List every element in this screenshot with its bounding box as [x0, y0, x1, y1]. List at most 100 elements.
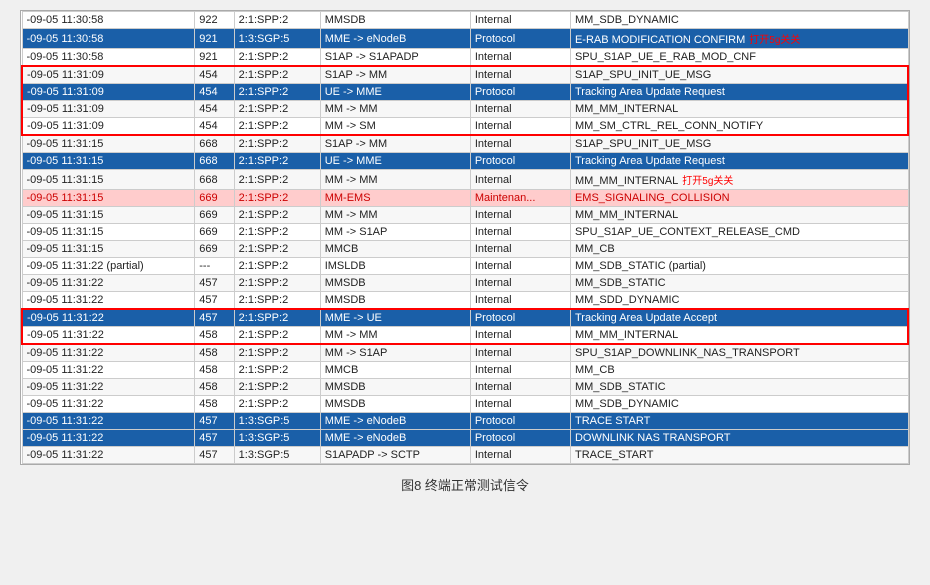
type-cell: Protocol: [470, 153, 570, 170]
type-cell: Protocol: [470, 309, 570, 327]
node-cell: 2:1:SPP:2: [234, 135, 320, 153]
message-cell: EMS_SIGNALING_COLLISION: [570, 190, 908, 207]
message-cell: MM_SDD_DYNAMIC: [570, 292, 908, 310]
id-cell: 457: [195, 430, 234, 447]
direction-cell: MM -> MM: [320, 207, 470, 224]
id-cell: 457: [195, 275, 234, 292]
message-cell: SPU_S1AP_DOWNLINK_NAS_TRANSPORT: [570, 344, 908, 362]
message-cell: Tracking Area Update Request: [570, 153, 908, 170]
table-row: -09-05 11:31:224582:1:SPP:2MMCBInternalM…: [22, 362, 908, 379]
table-row: -09-05 11:31:156692:1:SPP:2MM -> S1APInt…: [22, 224, 908, 241]
timestamp-cell: -09-05 11:31:22 (partial): [22, 258, 195, 275]
type-cell: Internal: [470, 379, 570, 396]
figure-caption: 图8 终端正常测试信令: [401, 475, 529, 494]
node-cell: 2:1:SPP:2: [234, 153, 320, 170]
type-cell: Internal: [470, 224, 570, 241]
node-cell: 2:1:SPP:2: [234, 170, 320, 190]
table-row: -09-05 11:31:224572:1:SPP:2MMSDBInternal…: [22, 275, 908, 292]
type-cell: Internal: [470, 447, 570, 464]
message-cell: MM_SDB_STATIC: [570, 275, 908, 292]
node-cell: 2:1:SPP:2: [234, 241, 320, 258]
type-cell: Internal: [470, 292, 570, 310]
id-cell: 457: [195, 292, 234, 310]
timestamp-cell: -09-05 11:31:22: [22, 362, 195, 379]
message-cell: Tracking Area Update Accept: [570, 309, 908, 327]
timestamp-cell: -09-05 11:31:09: [22, 118, 195, 136]
timestamp-cell: -09-05 11:31:22: [22, 327, 195, 345]
annotation-text: 打开5g关关: [682, 176, 733, 187]
direction-cell: IMSLDB: [320, 258, 470, 275]
direction-cell: MME -> eNodeB: [320, 430, 470, 447]
direction-cell: S1AP -> MM: [320, 135, 470, 153]
node-cell: 2:1:SPP:2: [234, 224, 320, 241]
table-row: -09-05 11:31:224571:3:SGP:5MME -> eNodeB…: [22, 430, 908, 447]
direction-cell: MM -> MM: [320, 327, 470, 345]
id-cell: 454: [195, 84, 234, 101]
node-cell: 1:3:SGP:5: [234, 413, 320, 430]
direction-cell: MM -> S1AP: [320, 224, 470, 241]
id-cell: 668: [195, 135, 234, 153]
type-cell: Internal: [470, 241, 570, 258]
message-cell: MM_MM_INTERNAL: [570, 327, 908, 345]
type-cell: Internal: [470, 135, 570, 153]
id-cell: 454: [195, 101, 234, 118]
id-cell: 922: [195, 12, 234, 29]
direction-cell: MMSDB: [320, 379, 470, 396]
timestamp-cell: -09-05 11:31:22: [22, 292, 195, 310]
timestamp-cell: -09-05 11:31:22: [22, 309, 195, 327]
node-cell: 2:1:SPP:2: [234, 258, 320, 275]
table-row: -09-05 11:31:156692:1:SPP:2MMCBInternalM…: [22, 241, 908, 258]
type-cell: Internal: [470, 170, 570, 190]
id-cell: 669: [195, 207, 234, 224]
table-row: -09-05 11:31:156692:1:SPP:2MM-EMSMainten…: [22, 190, 908, 207]
type-cell: Internal: [470, 327, 570, 345]
timestamp-cell: -09-05 11:30:58: [22, 49, 195, 67]
id-cell: 457: [195, 413, 234, 430]
direction-cell: MM -> MM: [320, 170, 470, 190]
message-cell: MM_SDB_DYNAMIC: [570, 12, 908, 29]
timestamp-cell: -09-05 11:31:15: [22, 224, 195, 241]
main-content: -09-05 11:30:589222:1:SPP:2MMSDBInternal…: [20, 10, 910, 465]
type-cell: Internal: [470, 49, 570, 67]
node-cell: 1:3:SGP:5: [234, 430, 320, 447]
table-row: -09-05 11:31:156682:1:SPP:2UE -> MMEProt…: [22, 153, 908, 170]
timestamp-cell: -09-05 11:31:15: [22, 135, 195, 153]
direction-cell: MMSDB: [320, 396, 470, 413]
message-cell: MM_SDB_STATIC (partial): [570, 258, 908, 275]
type-cell: Internal: [470, 101, 570, 118]
id-cell: 457: [195, 309, 234, 327]
table-row: -09-05 11:31:224571:3:SGP:5S1APADP -> SC…: [22, 447, 908, 464]
id-cell: 669: [195, 224, 234, 241]
id-cell: 458: [195, 344, 234, 362]
node-cell: 2:1:SPP:2: [234, 207, 320, 224]
node-cell: 2:1:SPP:2: [234, 292, 320, 310]
type-cell: Internal: [470, 207, 570, 224]
timestamp-cell: -09-05 11:31:22: [22, 379, 195, 396]
direction-cell: UE -> MME: [320, 84, 470, 101]
node-cell: 2:1:SPP:2: [234, 118, 320, 136]
table-row: -09-05 11:31:224572:1:SPP:2MME -> UEProt…: [22, 309, 908, 327]
node-cell: 2:1:SPP:2: [234, 275, 320, 292]
timestamp-cell: -09-05 11:31:22: [22, 430, 195, 447]
type-cell: Internal: [470, 362, 570, 379]
message-cell: MM_SDB_DYNAMIC: [570, 396, 908, 413]
table-row: -09-05 11:31:224582:1:SPP:2MM -> S1APInt…: [22, 344, 908, 362]
table-row: -09-05 11:31:224582:1:SPP:2MM -> MMInter…: [22, 327, 908, 345]
node-cell: 2:1:SPP:2: [234, 190, 320, 207]
message-cell: MM_CB: [570, 362, 908, 379]
table-row: -09-05 11:31:224582:1:SPP:2MMSDBInternal…: [22, 379, 908, 396]
type-cell: Internal: [470, 275, 570, 292]
message-cell: MM_SDB_STATIC: [570, 379, 908, 396]
timestamp-cell: -09-05 11:30:58: [22, 12, 195, 29]
timestamp-cell: -09-05 11:31:15: [22, 170, 195, 190]
direction-cell: MMSDB: [320, 292, 470, 310]
id-cell: 669: [195, 190, 234, 207]
message-cell: DOWNLINK NAS TRANSPORT: [570, 430, 908, 447]
table-row: -09-05 11:31:156682:1:SPP:2MM -> MMInter…: [22, 170, 908, 190]
timestamp-cell: -09-05 11:31:22: [22, 344, 195, 362]
id-cell: 454: [195, 66, 234, 84]
table-row: -09-05 11:31:22 (partial)---2:1:SPP:2IMS…: [22, 258, 908, 275]
timestamp-cell: -09-05 11:31:15: [22, 153, 195, 170]
type-cell: Protocol: [470, 84, 570, 101]
node-cell: 1:3:SGP:5: [234, 29, 320, 49]
